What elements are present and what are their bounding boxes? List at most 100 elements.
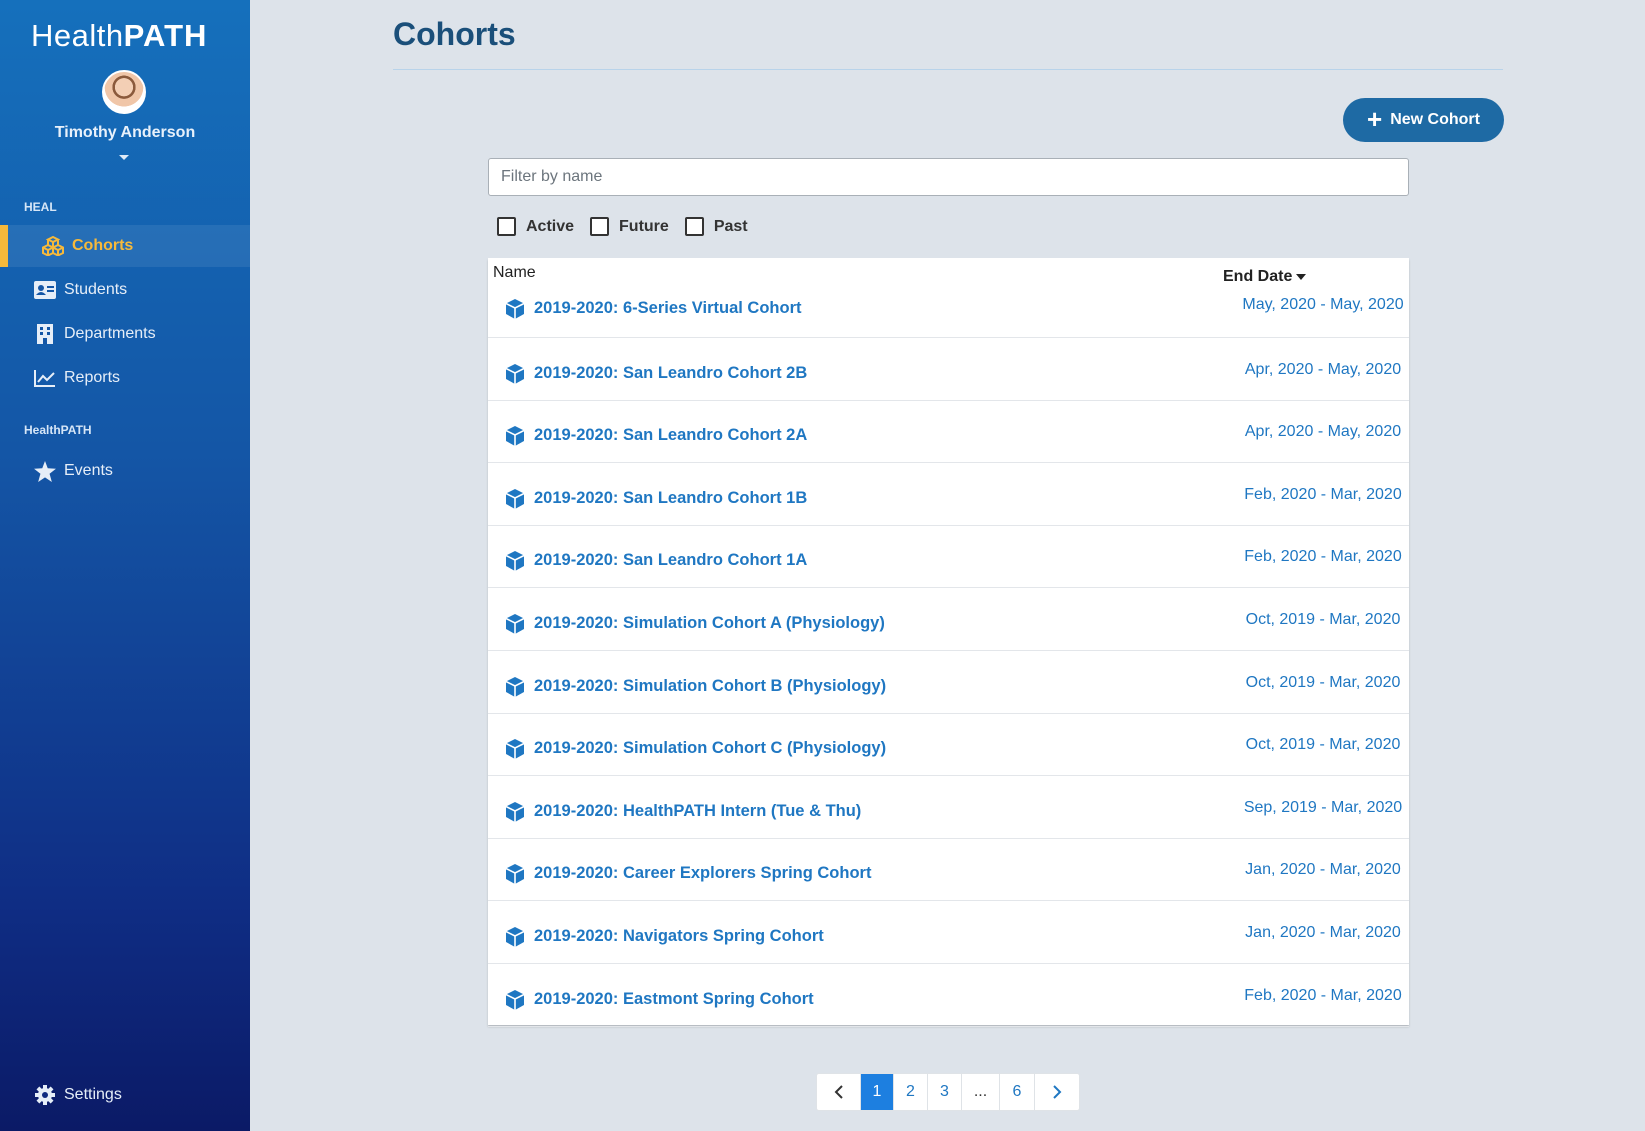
cohort-date-range: Feb, 2020 - Mar, 2020	[1244, 548, 1402, 566]
cohort-name-link[interactable]: 2019-2020: Career Explorers Spring Cohor…	[534, 864, 871, 883]
sidebar-item-settings[interactable]: Settings	[0, 1074, 250, 1116]
cohort-name-link[interactable]: 2019-2020: San Leandro Cohort 1B	[534, 489, 807, 508]
building-icon	[34, 324, 56, 344]
table-row[interactable]: 2019-2020: 6-Series Virtual Cohort May, 2…	[488, 276, 1409, 338]
cohort-date-range: Apr, 2020 - May, 2020	[1244, 360, 1402, 378]
future-checkbox[interactable]: Future	[590, 217, 669, 236]
cohort-name-link[interactable]: 2019-2020: HealthPATH Intern (Tue & Thu)	[534, 802, 861, 821]
new-cohort-label: New Cohort	[1390, 111, 1480, 128]
user-menu-caret-icon[interactable]	[119, 155, 129, 160]
cohort-cube-icon	[504, 425, 526, 447]
sidebar-item-departments[interactable]: Departments	[0, 313, 250, 355]
cohort-date-range: Jan, 2020 - Mar, 2020	[1245, 861, 1401, 879]
cohort-cube-icon	[504, 926, 526, 948]
table-row[interactable]: 2019-2020: San Leandro Cohort 2A Apr, 202…	[488, 401, 1409, 464]
table-row[interactable]: 2019-2020: Eastmont Spring Cohort Feb, 20…	[488, 965, 1409, 1027]
filter-by-name-input[interactable]	[488, 158, 1409, 196]
cohort-name-link[interactable]: 2019-2020: San Leandro Cohort 2B	[534, 364, 807, 383]
active-checkbox[interactable]: Active	[497, 217, 574, 236]
cohort-cube-icon	[504, 989, 526, 1011]
cohort-cube-icon	[504, 550, 526, 572]
user-name[interactable]: Timothy Anderson	[0, 124, 250, 142]
cohort-name-link[interactable]: 2019-2020: Simulation Cohort C (Physiolo…	[534, 739, 886, 758]
cohort-cube-icon	[504, 613, 526, 635]
table-row[interactable]: 2019-2020: San Leandro Cohort 1B Feb, 202…	[488, 464, 1409, 526]
cohort-date-range: Oct, 2019 - Mar, 2020	[1245, 611, 1401, 628]
cohort-cube-icon	[504, 738, 526, 760]
checkbox-label: Future	[619, 217, 669, 235]
cohort-name-link[interactable]: 2019-2020: Simulation Cohort B (Physiolo…	[534, 677, 886, 696]
sidebar-item-label: Reports	[64, 369, 121, 386]
cohort-date-range: May, 2020 - May, 2020	[1242, 296, 1404, 313]
cohort-name-link[interactable]: 2019-2020: Eastmont Spring Cohort	[534, 990, 814, 1009]
cohort-name-link[interactable]: 2019-2020: 6-Series Virtual Cohort	[534, 299, 801, 318]
chevron-left-icon	[834, 1085, 843, 1099]
checkbox-box[interactable]	[590, 217, 610, 236]
title-divider	[393, 69, 1503, 70]
table-row[interactable]: 2019-2020: Simulation Cohort C (Physiolo…	[488, 714, 1409, 777]
sidebar-item-reports[interactable]: Reports	[0, 357, 250, 399]
checkbox-label: Past	[713, 217, 748, 235]
cohort-date-range: Feb, 2020 - Mar, 2020	[1244, 986, 1402, 1004]
table-row[interactable]: 2019-2020: Career Explorers Spring Cohor…	[488, 839, 1409, 902]
past-checkbox[interactable]: Past	[684, 217, 748, 236]
table-row[interactable]: 2019-2020: Simulation Cohort B (Physiolo…	[488, 652, 1409, 714]
cohort-name-link[interactable]: 2019-2020: Simulation Cohort A (Physiolo…	[534, 614, 885, 633]
page-6-button[interactable]: 6	[1000, 1074, 1035, 1110]
sidebar: HealthPATH Timothy Anderson HEAL Cohorts…	[0, 0, 250, 1131]
table-row[interactable]: 2019-2020: San Leandro Cohort 1A Feb, 202…	[488, 526, 1409, 589]
gear-icon	[34, 1085, 56, 1105]
avatar[interactable]	[102, 70, 146, 114]
sidebar-item-label: Students	[64, 281, 128, 298]
cohort-cube-icon	[504, 676, 526, 698]
new-cohort-button[interactable]: + New Cohort	[1343, 98, 1504, 142]
cohort-cube-icon	[504, 863, 526, 885]
cohort-name-link[interactable]: 2019-2020: San Leandro Cohort 1A	[534, 551, 807, 570]
cohorts-table: Name End Date 2019-2020: 6-Series Virtua…	[488, 258, 1409, 1027]
cohort-date-range: Jan, 2020 - Mar, 2020	[1245, 924, 1401, 941]
page-2-button[interactable]: 2	[894, 1074, 928, 1110]
sidebar-item-label: Departments	[64, 325, 156, 342]
checkbox-box[interactable]	[497, 217, 516, 236]
app-logo[interactable]: HealthPATH	[31, 18, 207, 54]
checkbox-label: Active	[526, 217, 575, 235]
table-row[interactable]: 2019-2020: Simulation Cohort A (Physiolo…	[488, 589, 1409, 651]
cohort-name-link[interactable]: 2019-2020: San Leandro Cohort 2A	[534, 426, 807, 445]
sidebar-item-label: Events	[64, 462, 113, 479]
plus-icon: +	[1367, 103, 1383, 134]
table-row[interactable]: 2019-2020: Navigators Spring Cohort Jan, …	[488, 902, 1409, 964]
page-3-button[interactable]: 3	[928, 1074, 962, 1110]
cohort-name-link[interactable]: 2019-2020: Navigators Spring Cohort	[534, 927, 824, 946]
cohort-cube-icon	[504, 298, 526, 320]
sidebar-item-cohorts[interactable]: Cohorts	[0, 225, 250, 267]
checkbox-box[interactable]	[684, 217, 704, 236]
page-1-button[interactable]: 1	[861, 1074, 894, 1110]
cohort-cube-icon	[504, 488, 526, 510]
chart-line-icon	[34, 368, 56, 388]
cohort-date-range: Apr, 2020 - May, 2020	[1244, 423, 1402, 441]
cubes-icon	[42, 236, 64, 256]
sidebar-item-label: Cohorts	[72, 237, 134, 254]
sidebar-item-students[interactable]: Students	[0, 269, 250, 311]
cohort-date-range: Feb, 2020 - Mar, 2020	[1244, 485, 1402, 503]
cohort-cube-icon	[504, 801, 526, 823]
cohort-cube-icon	[504, 363, 526, 385]
cohort-date-range: Oct, 2019 - Mar, 2020	[1245, 736, 1401, 754]
pagination-ellipsis: ...	[962, 1074, 1000, 1110]
page-title: Cohorts	[393, 16, 516, 52]
chevron-right-icon	[1053, 1085, 1062, 1099]
id-card-icon	[34, 280, 56, 300]
table-row[interactable]: 2019-2020: HealthPATH Intern (Tue & Thu)…	[488, 777, 1409, 839]
star-icon	[34, 460, 56, 482]
previous-page-button[interactable]	[817, 1074, 861, 1110]
section-label-heal: HEAL	[24, 200, 57, 214]
sidebar-item-events[interactable]: Events	[0, 450, 250, 492]
next-page-button[interactable]	[1035, 1074, 1079, 1110]
pagination: 1 2 3... 6	[816, 1073, 1080, 1111]
sidebar-item-label: Settings	[64, 1086, 122, 1103]
cohort-date-range: Sep, 2019 - Mar, 2020	[1243, 798, 1403, 816]
cohort-date-range: Oct, 2019 - Mar, 2020	[1245, 673, 1401, 691]
section-label-healthpath: HealthPATH	[24, 423, 92, 437]
status-filters: Active Future Past	[497, 217, 748, 236]
table-row[interactable]: 2019-2020: San Leandro Cohort 2B Apr, 202…	[488, 339, 1409, 401]
